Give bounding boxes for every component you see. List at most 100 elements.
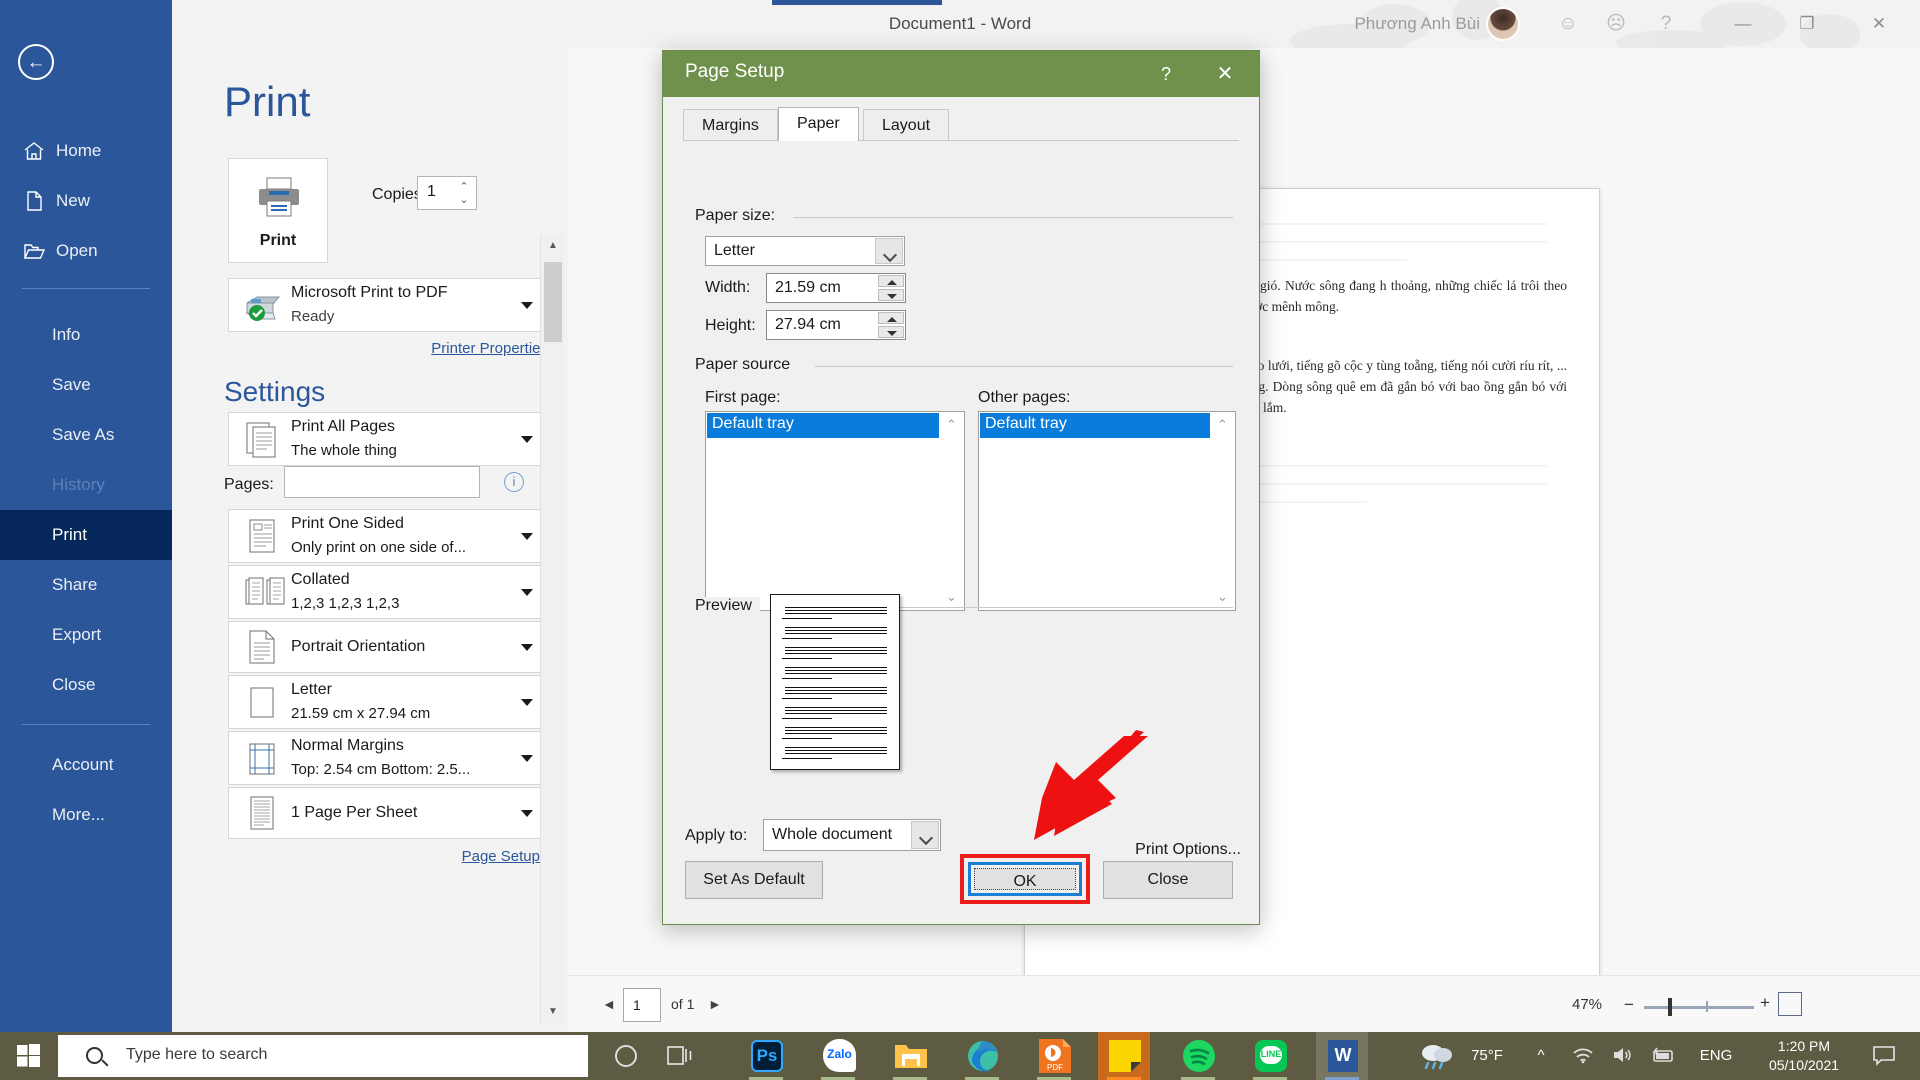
taskbar-app-file-explorer[interactable] (884, 1032, 936, 1080)
close-button[interactable]: ✕ (1852, 0, 1906, 48)
height-input[interactable]: 27.94 cm (766, 310, 906, 340)
sidebar-item-more[interactable]: More... (0, 790, 172, 840)
copies-stepper[interactable]: 1 ⌃ ⌄ (417, 176, 477, 210)
speaker-icon[interactable] (1604, 1032, 1642, 1080)
sidebar-item-new[interactable]: New (0, 176, 172, 226)
print-button[interactable]: Print (228, 158, 328, 263)
dialog-help-icon[interactable]: ? (1149, 60, 1183, 88)
dialog-close-button[interactable]: Close (1103, 861, 1233, 899)
apply-to-combo[interactable]: Whole document (763, 819, 941, 851)
taskbar-app-line[interactable]: LINE (1244, 1032, 1296, 1080)
first-page-listbox[interactable]: Default tray ⌃ ⌄ (705, 411, 965, 611)
height-decrement-icon[interactable] (878, 326, 904, 338)
width-decrement-icon[interactable] (878, 289, 904, 301)
pages-input[interactable] (284, 466, 480, 498)
other-pages-listbox[interactable]: Default tray ⌃ ⌄ (978, 411, 1236, 611)
page-setup-link[interactable]: Page Setup (462, 848, 540, 865)
sidebar-item-account[interactable]: Account (0, 740, 172, 790)
next-page-icon[interactable]: ► (708, 996, 722, 1012)
scroll-down-icon[interactable]: ▼ (541, 1000, 565, 1024)
cortana-circle-icon[interactable] (600, 1032, 652, 1080)
previous-page-icon[interactable]: ◄ (602, 996, 616, 1012)
sidebar-item-share[interactable]: Share (0, 560, 172, 610)
print-options-button[interactable]: Print Options... (1135, 841, 1241, 859)
frown-icon[interactable]: ☹ (1594, 0, 1638, 48)
smiley-icon[interactable]: ☺ (1546, 0, 1590, 48)
search-input[interactable]: Type here to search (58, 1035, 588, 1077)
rain-cloud-icon[interactable] (1416, 1032, 1458, 1080)
zoom-slider-track[interactable] (1644, 1006, 1754, 1009)
taskbar-app-spotify[interactable] (1172, 1032, 1224, 1080)
avatar[interactable] (1486, 7, 1520, 41)
other-pages-scrollbar[interactable]: ⌃ ⌄ (1211, 413, 1234, 609)
ok-button[interactable]: OK (974, 868, 1076, 890)
taskbar-app-edge[interactable] (956, 1032, 1008, 1080)
battery-charging-icon[interactable] (1644, 1032, 1682, 1080)
setting-paper-size[interactable]: Letter 21.59 cm x 27.94 cm (228, 675, 548, 729)
first-page-scrollbar[interactable]: ⌃ ⌄ (940, 413, 963, 609)
info-icon[interactable]: i (504, 472, 524, 492)
width-increment-icon[interactable] (878, 275, 904, 287)
chevron-down-icon[interactable] (521, 699, 533, 706)
first-page-selected-item[interactable]: Default tray (707, 413, 939, 438)
clock[interactable]: 1:20 PM 05/10/2021 (1756, 1037, 1852, 1075)
scrollbar-thumb[interactable] (544, 262, 562, 342)
chevron-down-icon[interactable] (521, 533, 533, 540)
account-name[interactable]: Phương Anh Bùi (1354, 0, 1480, 48)
scroll-down-icon[interactable]: ⌄ (940, 585, 963, 609)
setting-duplex[interactable]: Print One Sided Only print on one side o… (228, 509, 548, 563)
zoom-slider-thumb[interactable] (1668, 998, 1672, 1016)
sidebar-item-save[interactable]: Save (0, 360, 172, 410)
printer-properties-link[interactable]: Printer Properties (431, 340, 548, 357)
paper-size-combo[interactable]: Letter (705, 236, 905, 266)
printer-select[interactable]: Microsoft Print to PDF Ready (228, 278, 548, 332)
taskbar-app-zalo[interactable]: Zalo (812, 1032, 864, 1080)
copies-decrement-icon[interactable]: ⌄ (457, 194, 471, 206)
other-pages-selected-item[interactable]: Default tray (980, 413, 1210, 438)
help-icon[interactable]: ? (1644, 0, 1688, 48)
wifi-icon[interactable] (1564, 1032, 1602, 1080)
scroll-up-icon[interactable]: ▲ (541, 234, 565, 258)
chevron-down-icon[interactable] (521, 302, 533, 309)
restore-button[interactable]: ❐ (1780, 0, 1834, 48)
setting-pages-per-sheet[interactable]: 1 Page Per Sheet (228, 787, 548, 839)
zoom-out-button[interactable]: − (1624, 995, 1634, 1015)
chevron-down-icon[interactable] (521, 644, 533, 651)
sidebar-item-close[interactable]: Close (0, 660, 172, 710)
task-view-icon[interactable] (654, 1032, 706, 1080)
dialog-close-icon[interactable]: ✕ (1205, 60, 1245, 88)
scroll-up-icon[interactable]: ⌃ (940, 413, 963, 437)
height-increment-icon[interactable] (878, 312, 904, 324)
weather-temperature[interactable]: 75°F (1458, 1032, 1516, 1080)
start-button[interactable] (0, 1032, 58, 1080)
taskbar-app-foxit-pdf[interactable]: PDF (1028, 1032, 1080, 1080)
notification-icon[interactable] (1856, 1032, 1912, 1080)
chevron-down-icon[interactable] (521, 810, 533, 817)
scroll-up-icon[interactable]: ⌃ (1211, 413, 1234, 437)
setting-orientation[interactable]: Portrait Orientation (228, 621, 548, 673)
chevron-down-icon[interactable] (875, 238, 903, 264)
setting-collation[interactable]: Collated 1,2,3 1,2,3 1,2,3 (228, 565, 548, 619)
print-pane-scrollbar[interactable]: ▲ ▼ (540, 234, 564, 1024)
page-number-input[interactable]: 1 (623, 988, 661, 1022)
scroll-down-icon[interactable]: ⌄ (1211, 585, 1234, 609)
tab-layout[interactable]: Layout (863, 109, 949, 141)
zoom-in-button[interactable]: + (1760, 993, 1770, 1013)
taskbar-app-word[interactable]: W (1316, 1032, 1368, 1080)
copies-increment-icon[interactable]: ⌃ (457, 181, 471, 193)
chevron-down-icon[interactable] (521, 589, 533, 596)
back-button[interactable]: ← (18, 44, 54, 80)
sidebar-item-home[interactable]: Home (0, 126, 172, 176)
taskbar-app-photoshop[interactable]: Ps (740, 1032, 792, 1080)
language-indicator[interactable]: ENG (1688, 1032, 1744, 1080)
zoom-percent-label[interactable]: 47% (1572, 996, 1602, 1013)
setting-margins[interactable]: Normal Margins Top: 2.54 cm Bottom: 2.5.… (228, 731, 548, 785)
chevron-down-icon[interactable] (521, 755, 533, 762)
minimize-button[interactable]: — (1716, 0, 1770, 48)
sidebar-item-print[interactable]: Print (0, 510, 172, 560)
setting-print-range[interactable]: Print All Pages The whole thing (228, 412, 548, 466)
sidebar-item-info[interactable]: Info (0, 310, 172, 360)
fit-page-icon[interactable] (1778, 992, 1802, 1016)
tab-paper[interactable]: Paper (778, 107, 859, 141)
sidebar-item-save-as[interactable]: Save As (0, 410, 172, 460)
